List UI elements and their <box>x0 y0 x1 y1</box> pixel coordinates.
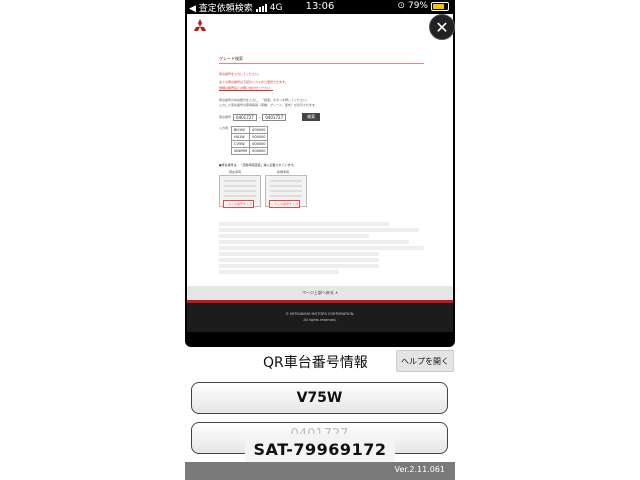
instruction-text-1: 車台番号の中央部分を入力し、「検索」ボタンを押してください。 <box>219 98 309 102</box>
web-page: グレード検索 車台番号を入力してください。 全ての車台番号は下記のリストから選択… <box>187 14 453 332</box>
sample-caption: ●車台番号は、「自動車検査証」等に記載されています。 <box>219 163 297 167</box>
example-number-cell: 000000 <box>249 147 269 155</box>
version-label: Ver.2.11.061 <box>394 465 446 474</box>
notes-block <box>219 222 429 274</box>
phone-screen: ◀ 査定依頼検索 4G 13:06 ⊙ 79% グレード検索 車台番号を入力して… <box>185 0 455 480</box>
page-title: グレード検索 <box>219 56 243 61</box>
search-button[interactable]: 検索 <box>302 113 321 121</box>
example-code-cell: SKW9M <box>230 147 251 155</box>
qr-title: QR車台番号情報 <box>263 355 368 371</box>
sample-left-callout: こちらの番号を入力 <box>223 200 255 208</box>
table-row: BH1W 000000 <box>230 126 269 134</box>
model-value: V75W <box>296 390 343 406</box>
table-row: HA1W 000000 <box>230 133 269 141</box>
example-table: BH1W 000000 HA1W 000000 CV5W 000000 SKW9M 00000… <box>230 126 269 155</box>
overlay-label: SAT-79969172 <box>245 434 395 464</box>
table-row: CV5W 000000 <box>230 140 269 148</box>
sample-right-callout: こちらの番号を入力 <box>269 200 301 208</box>
web-help-overlay: グレード検索 車台番号を入力してください。 全ての車台番号は下記のリストから選択… <box>185 14 455 347</box>
footer-red-bar <box>187 300 453 303</box>
footer-copyright: © MITSUBISHI MOTORS CORPORATION. <box>285 312 355 316</box>
battery-percent: 79% <box>407 1 428 11</box>
notice-link[interactable]: 詳細は販売店にお問い合わせください。 <box>219 86 273 90</box>
instruction-text-2: 入力した車台番号の車両情報（車種、グレード、型式）が表示されます。 <box>219 103 318 107</box>
sample-left-title: 現在車両 <box>229 170 242 174</box>
mitsubishi-logo-icon <box>194 19 206 31</box>
sample-right-title: 新規車両 <box>277 170 290 174</box>
page-footer: © MITSUBISHI MOTORS CORPORATION. All rig… <box>187 300 453 332</box>
frame-prefix-input[interactable]: 0401727 <box>233 113 257 121</box>
close-icon[interactable]: ✕ <box>429 14 455 40</box>
status-right: ⊙ 79% <box>397 1 449 11</box>
footer-rights: All rights reserved. <box>303 318 337 322</box>
example-code-cell: CV5W <box>230 140 251 148</box>
example-number-cell: 000000 <box>249 126 269 134</box>
example-label: 入力例 <box>219 126 229 130</box>
orientation-lock-icon: ⊙ <box>397 1 405 11</box>
back-to-top-link[interactable]: ページ上部へ戻る ∧ <box>187 286 453 300</box>
status-bar: ◀ 査定依頼検索 4G 13:06 ⊙ 79% <box>185 0 455 14</box>
example-code-cell: BH1W <box>230 126 251 134</box>
model-field[interactable]: V75W <box>191 382 448 414</box>
table-row: SKW9M 000000 <box>230 147 269 155</box>
heading-divider <box>219 63 424 64</box>
frame-number-label: 車台番号 <box>219 115 232 119</box>
frame-number-input[interactable]: 0401727 <box>262 113 287 121</box>
notice-text-1: 車台番号を入力してください。 <box>219 72 261 76</box>
battery-icon <box>431 1 449 11</box>
help-button[interactable]: ヘルプを開く <box>396 350 454 372</box>
example-number-cell: 000000 <box>249 133 269 141</box>
notice-text-2: 全ての車台番号は下記のリストから選択できます。 <box>219 80 288 84</box>
example-number-cell: 000000 <box>249 140 269 148</box>
frame-search-row: 車台番号 0401727 - 0401727 検索 <box>219 113 321 121</box>
example-code-cell: HA1W <box>230 133 251 141</box>
